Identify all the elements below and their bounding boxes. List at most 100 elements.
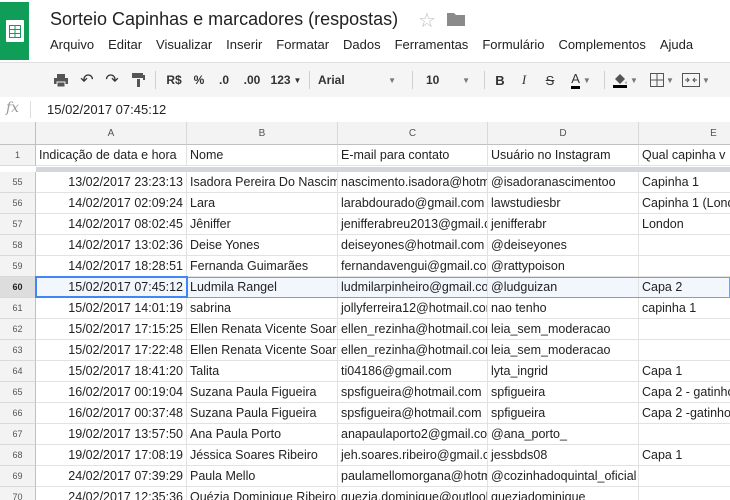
table-cell[interactable]: London [639,214,730,235]
menu-formulario[interactable]: Formulário [482,37,544,52]
row-header[interactable]: 65 [0,382,36,403]
table-cell[interactable]: jessbds08 [488,445,639,466]
table-cell[interactable] [639,466,730,487]
table-cell[interactable]: jenifferabr [488,214,639,235]
table-cell[interactable]: @ana_porto_ [488,424,639,445]
table-cell[interactable]: Suzana Paula Figueira [187,403,338,424]
redo-icon[interactable]: ↷ [101,63,123,97]
table-cell[interactable]: leia_sem_moderacao [488,319,639,340]
table-cell[interactable]: 24/02/2017 07:39:29 [36,466,187,487]
header-cell[interactable]: E-mail para contato [338,145,488,166]
header-cell[interactable]: Indicação de data e hora [36,145,187,166]
table-cell[interactable]: @cozinhadoquintal_oficial [488,466,639,487]
menu-ferramentas[interactable]: Ferramentas [395,37,469,52]
table-cell[interactable]: lyta_ingrid [488,361,639,382]
increase-decimal-button[interactable]: .00 [238,63,266,97]
table-cell[interactable]: Ludmila Rangel [187,277,338,298]
table-cell[interactable]: leia_sem_moderacao [488,340,639,361]
fill-color-icon[interactable]: ▼ [610,63,640,97]
table-cell[interactable]: Ellen Renata Vicente Soares [187,340,338,361]
table-cell[interactable]: 15/02/2017 18:41:20 [36,361,187,382]
formula-input[interactable]: 15/02/2017 07:45:12 [47,102,166,117]
text-color-button[interactable]: A ▼ [565,63,597,97]
menu-complementos[interactable]: Complementos [558,37,645,52]
strikethrough-button[interactable]: S [540,63,560,97]
table-cell[interactable]: 13/02/2017 23:23:13 [36,172,187,193]
table-cell[interactable]: Deise Yones [187,235,338,256]
table-cell[interactable]: 24/02/2017 12:35:36 [36,487,187,500]
table-cell[interactable] [639,340,730,361]
table-cell[interactable]: Capa 2 [639,277,730,298]
table-cell[interactable]: nascimento.isadora@hotmail.com [338,172,488,193]
row-header[interactable]: 63 [0,340,36,361]
table-cell[interactable]: spsfigueira@hotmail.com [338,382,488,403]
table-cell[interactable]: 14/02/2017 13:02:36 [36,235,187,256]
table-cell[interactable] [639,487,730,500]
table-cell[interactable]: larabdourado@gmail.com [338,193,488,214]
row-header[interactable]: 68 [0,445,36,466]
table-cell[interactable]: Quézia Dominique Ribeiro [187,487,338,500]
table-cell[interactable]: fernandavengui@gmail.com [338,256,488,277]
table-cell[interactable]: 19/02/2017 17:08:19 [36,445,187,466]
table-cell[interactable]: quezia.dominique@outlook.com [338,487,488,500]
table-cell[interactable]: Capa 2 - gatinhos [639,382,730,403]
row-header[interactable]: 1 [0,145,36,166]
row-header[interactable]: 67 [0,424,36,445]
table-cell[interactable]: 14/02/2017 02:09:24 [36,193,187,214]
table-cell[interactable]: capinha 1 [639,298,730,319]
table-cell[interactable] [639,319,730,340]
table-cell[interactable]: Isadora Pereira Do Nascimento [187,172,338,193]
table-cell[interactable]: 15/02/2017 17:22:48 [36,340,187,361]
table-cell[interactable]: Capinha 1 [639,172,730,193]
folder-icon[interactable] [447,12,465,26]
table-cell[interactable] [639,256,730,277]
table-cell[interactable]: ellen_rezinha@hotmail.com [338,319,488,340]
table-cell[interactable]: Talita [187,361,338,382]
row-header[interactable]: 70 [0,487,36,500]
star-icon[interactable]: ☆ [418,8,436,33]
table-cell[interactable]: 15/02/2017 07:45:12 [36,277,187,298]
header-cell[interactable]: Qual capinha v [639,145,730,166]
table-cell[interactable]: Suzana Paula Figueira [187,382,338,403]
bold-button[interactable]: B [490,63,510,97]
table-cell[interactable]: Jéssica Soares Ribeiro [187,445,338,466]
font-family-select[interactable]: Arial ▼ [314,63,400,97]
menu-visualizar[interactable]: Visualizar [156,37,212,52]
table-cell[interactable]: ti04186@gmail.com [338,361,488,382]
more-formats-button[interactable]: 123 ▼ [266,63,306,97]
table-cell[interactable]: 16/02/2017 00:19:04 [36,382,187,403]
header-cell[interactable]: Nome [187,145,338,166]
sheets-logo-icon[interactable] [0,2,29,60]
table-cell[interactable]: Capa 1 [639,361,730,382]
row-header[interactable]: 60 [0,277,36,298]
table-cell[interactable]: ellen_rezinha@hotmail.com [338,340,488,361]
menu-editar[interactable]: Editar [108,37,142,52]
table-cell[interactable]: @ludguizan [488,277,639,298]
print-icon[interactable] [50,63,72,97]
table-cell[interactable]: 14/02/2017 18:28:51 [36,256,187,277]
menu-ajuda[interactable]: Ajuda [660,37,693,52]
row-header[interactable]: 66 [0,403,36,424]
table-cell[interactable]: sabrina [187,298,338,319]
header-cell[interactable]: Usuário no Instagram [488,145,639,166]
table-cell[interactable]: spfigueira [488,403,639,424]
table-cell[interactable]: Paula Mello [187,466,338,487]
table-cell[interactable]: 15/02/2017 14:01:19 [36,298,187,319]
borders-icon[interactable]: ▼ [648,63,676,97]
menu-dados[interactable]: Dados [343,37,381,52]
table-cell[interactable]: @isadoranascimentoo [488,172,639,193]
table-cell[interactable] [639,235,730,256]
row-header[interactable]: 69 [0,466,36,487]
table-cell[interactable]: @deiseyones [488,235,639,256]
column-header-b[interactable]: B [187,122,338,145]
table-cell[interactable]: Lara [187,193,338,214]
column-header-d[interactable]: D [488,122,639,145]
row-header[interactable]: 55 [0,172,36,193]
table-cell[interactable]: jollyferreira12@hotmail.com [338,298,488,319]
table-cell[interactable]: 19/02/2017 13:57:50 [36,424,187,445]
decrease-decimal-button[interactable]: .0 [212,63,236,97]
table-cell[interactable] [639,424,730,445]
document-title[interactable]: Sorteio Capinhas e marcadores (respostas… [50,9,398,30]
row-header[interactable]: 58 [0,235,36,256]
table-cell[interactable]: 16/02/2017 00:37:48 [36,403,187,424]
